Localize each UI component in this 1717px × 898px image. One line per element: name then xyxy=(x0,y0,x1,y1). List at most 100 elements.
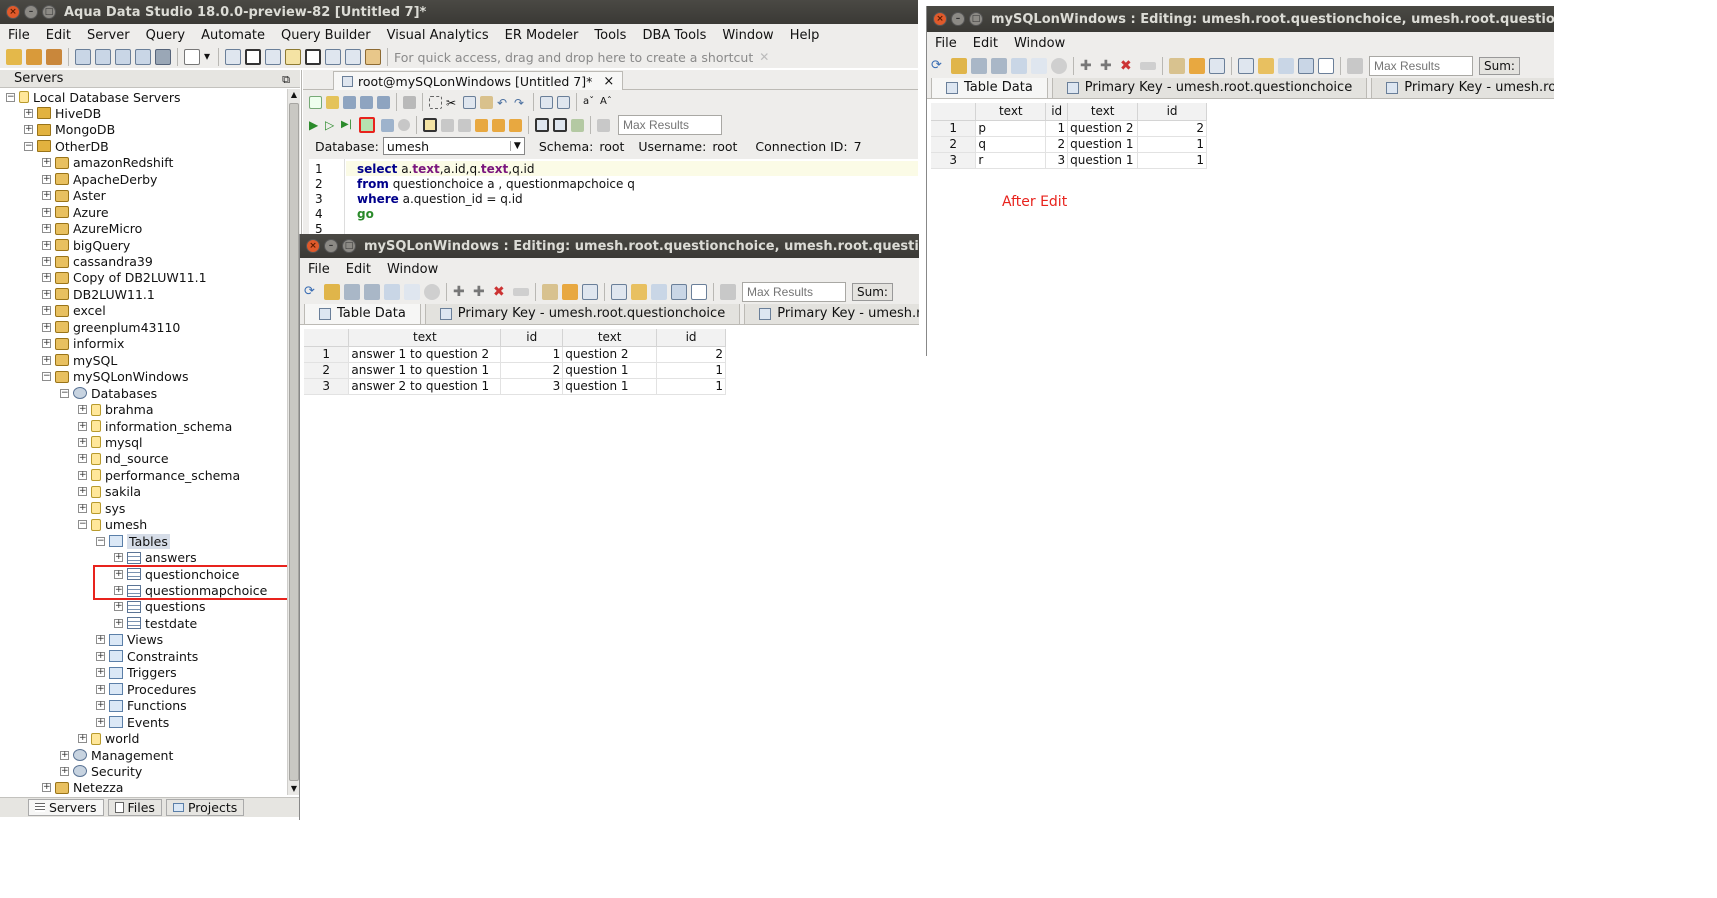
table-row[interactable]: 3 answer 2 to question 1 3 question 1 1 xyxy=(304,378,726,395)
dropdown-arrow-icon[interactable]: ▾ xyxy=(204,49,212,65)
tree-item[interactable]: + nd_source xyxy=(78,451,169,467)
execute-icon[interactable]: ▶ xyxy=(309,119,321,131)
lowercase-icon[interactable]: aˇ xyxy=(583,96,596,109)
tab-servers[interactable]: Servers xyxy=(28,799,104,816)
editor-tab-close-icon[interactable]: × xyxy=(603,74,614,89)
export-icon[interactable] xyxy=(155,49,171,65)
cancel-icon[interactable] xyxy=(424,284,440,300)
menu-er-modeler[interactable]: ER Modeler xyxy=(497,28,587,43)
tree-item[interactable]: + mysql xyxy=(78,434,143,450)
mid-max-results-input[interactable] xyxy=(742,282,846,302)
expand-icon[interactable]: + xyxy=(96,684,105,694)
right-menu-edit[interactable]: Edit xyxy=(965,36,1006,51)
redo-icon[interactable]: ↷ xyxy=(514,96,527,110)
right-tab-pk-questionmapchoice[interactable]: Primary Key - umesh.root.questionmapchoi… xyxy=(1371,78,1554,98)
paste-icon[interactable] xyxy=(480,95,493,109)
quick-access-close-icon[interactable]: ✕ xyxy=(759,50,769,64)
save-as-icon[interactable] xyxy=(360,95,373,109)
tree-item[interactable]: + performance_schema xyxy=(78,467,240,483)
history-icon[interactable] xyxy=(597,118,610,132)
grid-icon[interactable] xyxy=(691,284,707,300)
expand-icon[interactable]: + xyxy=(42,191,51,201)
expand-icon[interactable]: + xyxy=(114,553,123,563)
tree-item[interactable]: + bigQuery xyxy=(42,237,130,253)
expand-icon[interactable]: + xyxy=(96,701,105,711)
sort-icon[interactable] xyxy=(1258,58,1274,74)
tree-item[interactable]: + Procedures xyxy=(96,681,196,697)
tree-item[interactable]: + DB2LUW11.1 xyxy=(42,286,155,302)
expand-icon[interactable]: + xyxy=(78,503,87,513)
execute-to-file-icon[interactable] xyxy=(381,118,394,132)
explain-icon[interactable] xyxy=(458,118,471,132)
expand-icon[interactable]: + xyxy=(78,421,87,431)
save-all-icon[interactable] xyxy=(377,95,390,109)
tree-item[interactable]: + Azure xyxy=(42,204,109,220)
expand-icon[interactable]: + xyxy=(42,306,51,316)
edit-server-icon[interactable] xyxy=(26,49,42,65)
collapse-icon[interactable]: − xyxy=(24,141,33,151)
save-icon[interactable] xyxy=(343,95,356,109)
expand-icon[interactable]: + xyxy=(42,224,51,234)
tree-item[interactable]: − Local Database Servers xyxy=(6,89,181,105)
menu-query-builder[interactable]: Query Builder xyxy=(273,28,379,43)
cut-icon[interactable]: ✂ xyxy=(446,96,459,110)
column-header[interactable]: text xyxy=(562,329,658,347)
expand-icon[interactable]: + xyxy=(78,405,87,415)
format-icon[interactable] xyxy=(475,118,488,132)
database-select[interactable]: umesh ▼ xyxy=(382,137,525,155)
tree-item[interactable]: − Databases xyxy=(60,385,157,401)
tree-item[interactable]: + Copy of DB2LUW11.1 xyxy=(42,270,207,286)
table-cell[interactable]: 1 xyxy=(656,378,726,395)
table-cell[interactable]: p xyxy=(975,120,1047,137)
expand-icon[interactable]: + xyxy=(96,635,105,645)
tree-item[interactable]: + information_schema xyxy=(78,418,232,434)
collapse-icon[interactable]: − xyxy=(78,520,87,530)
column-header[interactable]: id xyxy=(1045,103,1069,121)
menu-help[interactable]: Help xyxy=(782,28,828,43)
tree-item[interactable]: + answers xyxy=(114,550,197,566)
minimize-window-icon[interactable]: – xyxy=(324,239,338,253)
replace-icon[interactable] xyxy=(557,95,570,109)
tree-item[interactable]: + testdate xyxy=(114,615,197,631)
expand-icon[interactable]: + xyxy=(42,273,51,283)
open-icon[interactable] xyxy=(326,95,339,109)
table-cell[interactable]: question 1 xyxy=(1067,136,1139,153)
tree-item[interactable]: + cassandra39 xyxy=(42,254,153,270)
scroll-up-icon[interactable]: ▲ xyxy=(288,89,300,101)
tree-item[interactable]: − Tables xyxy=(96,533,170,549)
expand-icon[interactable]: + xyxy=(114,602,123,612)
table-cell[interactable]: 2 xyxy=(500,362,564,379)
table-cell[interactable]: answer 1 to question 2 xyxy=(348,346,502,363)
close-window-icon[interactable]: × xyxy=(6,5,20,19)
tab-projects[interactable]: Projects xyxy=(165,799,245,816)
collapse-icon[interactable]: − xyxy=(60,388,69,398)
execute-edit-icon[interactable] xyxy=(359,117,375,133)
undo-icon[interactable]: ↶ xyxy=(497,96,510,110)
expand-icon[interactable]: + xyxy=(96,668,105,678)
tree-item[interactable]: + Functions xyxy=(96,698,187,714)
tree-item[interactable]: + Netezza xyxy=(42,780,123,795)
delete-row-icon[interactable]: ✖ xyxy=(1120,58,1136,74)
column-header[interactable]: id xyxy=(656,329,726,347)
editor-max-results-input[interactable] xyxy=(618,115,722,135)
comment-icon[interactable] xyxy=(492,118,505,132)
right-sum-button[interactable]: Sum: xyxy=(1479,57,1520,75)
server-properties-icon[interactable] xyxy=(46,49,62,65)
mid-tab-pk-questionmapchoice[interactable]: Primary Key - umesh.root.questionmapchoi… xyxy=(744,304,919,324)
table-cell[interactable]: question 1 xyxy=(1067,152,1139,169)
expand-icon[interactable]: + xyxy=(114,618,123,628)
query-builder-icon[interactable] xyxy=(95,49,111,65)
tree-item[interactable]: − umesh xyxy=(78,517,147,533)
collapse-icon[interactable]: − xyxy=(6,92,15,102)
right-menu-window[interactable]: Window xyxy=(1006,36,1073,51)
clear-icon[interactable] xyxy=(513,288,529,296)
record-view-icon[interactable] xyxy=(1298,58,1314,74)
tree-item[interactable]: + excel xyxy=(42,303,106,319)
scroll-thumb[interactable] xyxy=(289,103,299,781)
paste-rows-icon[interactable] xyxy=(404,284,420,300)
refresh-icon[interactable]: ⟳ xyxy=(931,58,947,74)
tree-item[interactable]: − OtherDB xyxy=(24,138,109,154)
menu-edit[interactable]: Edit xyxy=(38,28,79,43)
right-max-results-input[interactable] xyxy=(1369,56,1473,76)
table-row[interactable]: 1 answer 1 to question 2 1 question 2 2 xyxy=(304,346,726,363)
